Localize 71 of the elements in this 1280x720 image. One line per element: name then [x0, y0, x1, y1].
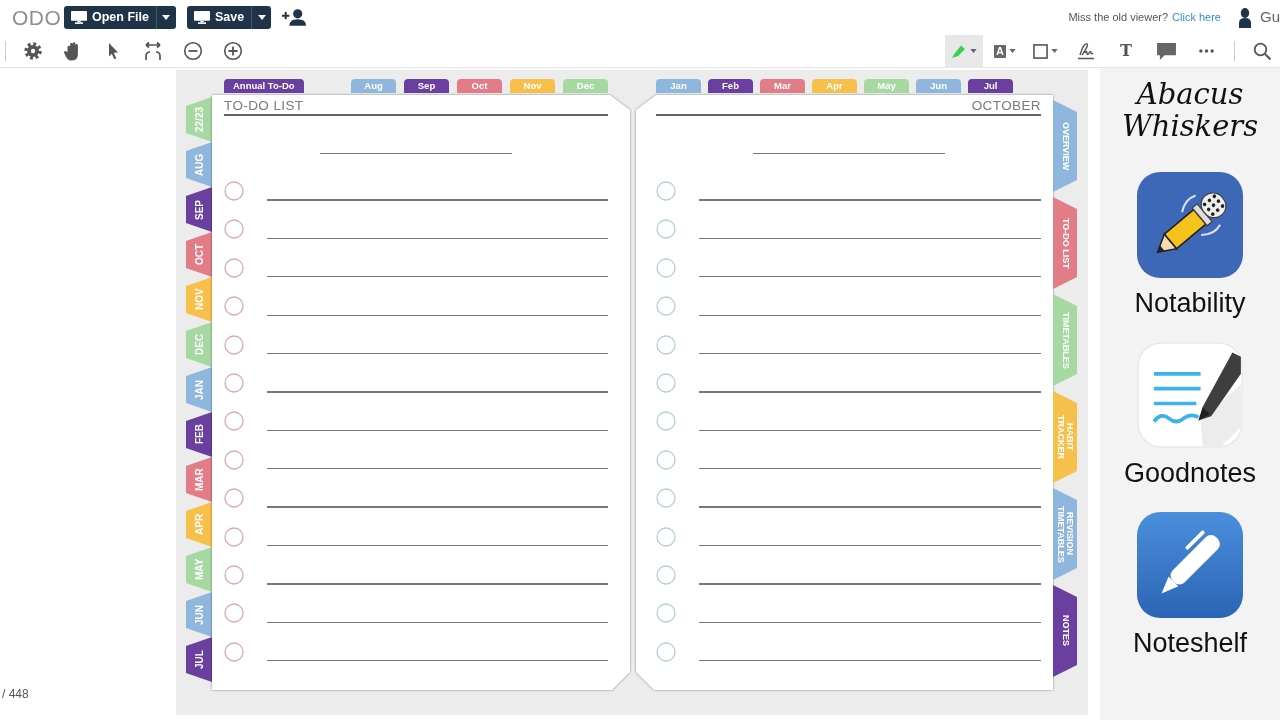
- index-tab[interactable]: APR: [186, 502, 212, 547]
- text-box-tool-button[interactable]: A: [987, 34, 1023, 68]
- index-tab[interactable]: OCT: [186, 232, 212, 277]
- index-tab[interactable]: Aug: [351, 79, 396, 93]
- app-name: Notability: [1134, 288, 1246, 318]
- index-tab[interactable]: 22/23: [186, 97, 212, 142]
- index-tab[interactable]: TIMETABLES: [1053, 294, 1077, 386]
- caret-icon: [162, 15, 171, 20]
- index-tab[interactable]: OVERVIEW: [1053, 100, 1077, 192]
- index-tab[interactable]: Feb: [708, 79, 753, 93]
- index-tab[interactable]: SEP: [186, 187, 212, 232]
- index-tab[interactable]: JUN: [186, 592, 212, 637]
- index-tab[interactable]: Nov: [510, 79, 555, 93]
- index-tab[interactable]: Jan: [656, 79, 701, 93]
- index-tab[interactable]: Mar: [760, 79, 805, 93]
- add-user-icon[interactable]: [282, 9, 307, 26]
- index-tab[interactable]: MAR: [186, 457, 212, 502]
- user-icon: [1239, 7, 1251, 28]
- index-tab[interactable]: Oct: [457, 79, 502, 93]
- index-tab[interactable]: REVISION TIMETABLES: [1053, 488, 1077, 580]
- viewer-link[interactable]: Click here: [1172, 9, 1221, 26]
- pen-lines-icon[interactable]: [1137, 342, 1243, 448]
- open-file-button[interactable]: Open File: [64, 6, 156, 29]
- settings-icon[interactable]: [23, 41, 43, 61]
- monitor-icon: [193, 11, 210, 24]
- page-title: OCTOBER: [971, 98, 1041, 114]
- index-tab[interactable]: Dec: [563, 79, 608, 93]
- app-name: Goodnotes: [1123, 458, 1257, 488]
- index-tab[interactable]: May: [864, 79, 909, 93]
- index-tab[interactable]: HABIT TRACKER: [1053, 391, 1077, 483]
- index-tab[interactable]: JAN: [186, 367, 212, 412]
- monitor-icon: [71, 11, 87, 24]
- page-count: / 448: [2, 686, 29, 703]
- index-tab[interactable]: Annual To-Do: [224, 79, 304, 93]
- dropdown-button[interactable]: [251, 6, 272, 29]
- index-tab[interactable]: DEC: [186, 322, 212, 367]
- app-name: Noteshelf: [1132, 628, 1248, 658]
- index-tab[interactable]: NOTES: [1053, 585, 1077, 677]
- signature-icon: [1076, 41, 1096, 61]
- comment-icon: [1156, 42, 1176, 60]
- square-icon: [1033, 43, 1048, 59]
- index-tab[interactable]: NOV: [186, 277, 212, 322]
- pen-icon[interactable]: [1137, 512, 1243, 618]
- index-tab[interactable]: Jul: [968, 79, 1013, 93]
- index-tab[interactable]: FEB: [186, 412, 212, 457]
- user-name: Gu: [1260, 7, 1280, 28]
- caret-icon: [1051, 49, 1058, 53]
- index-tab[interactable]: Jun: [916, 79, 961, 93]
- index-tab[interactable]: AUG: [186, 142, 212, 187]
- save-button[interactable]: Save: [186, 6, 252, 29]
- caret-icon: [1008, 49, 1016, 53]
- more-icon: [1198, 49, 1214, 53]
- index-tab[interactable]: MAY: [186, 547, 212, 592]
- caret-icon: [970, 49, 977, 53]
- caret-icon: [257, 15, 266, 20]
- index-tab[interactable]: Sep: [404, 79, 449, 93]
- notice-text: Miss the old viewer?: [1068, 10, 1169, 26]
- fit-width-icon[interactable]: [143, 41, 163, 61]
- search-icon[interactable]: [1253, 42, 1271, 60]
- highlighter-icon: [951, 43, 967, 59]
- zoom-out-icon[interactable]: [183, 41, 203, 61]
- zoom-in-icon[interactable]: [223, 41, 243, 61]
- logo-text: ODO: [12, 5, 63, 30]
- dropdown-button[interactable]: [155, 6, 176, 29]
- index-tab[interactable]: Apr: [812, 79, 857, 93]
- text-tool-button[interactable]: T: [1108, 34, 1144, 68]
- brand-logo: Abacus Whiskers: [1120, 78, 1260, 142]
- pencil-microphone-icon[interactable]: [1137, 172, 1243, 278]
- index-tab[interactable]: JUL: [186, 637, 212, 682]
- index-tab[interactable]: TO-DO LIST: [1053, 197, 1077, 289]
- page-title: TO-DO LIST: [224, 98, 304, 114]
